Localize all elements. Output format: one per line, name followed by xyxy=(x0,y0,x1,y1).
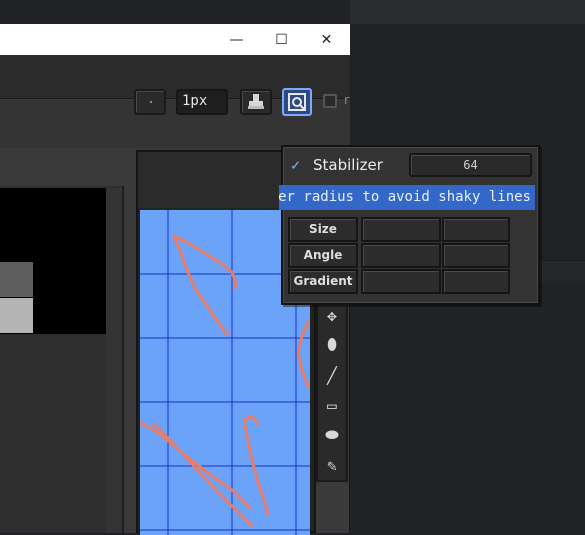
stabilizer-popup: ✓ Stabilizer 64 er radius to avoid shaky… xyxy=(279,145,540,305)
title-bar: — ☐ ✕ xyxy=(0,24,350,55)
stabilizer-value-slider[interactable]: 64 xyxy=(409,153,532,177)
angle-label: Angle xyxy=(288,243,358,268)
size-label: Size xyxy=(288,217,358,242)
tooltip-text: er radius to avoid shaky lines xyxy=(279,189,531,205)
stabilizer-checkbox[interactable]: ✓ xyxy=(291,156,305,174)
rectangle-icon[interactable]: ▭ xyxy=(320,392,344,418)
swatch-dot xyxy=(150,101,152,103)
desktop-strip xyxy=(350,0,585,24)
close-button[interactable]: ✕ xyxy=(304,24,349,55)
angle-cell[interactable] xyxy=(361,243,441,268)
eyedropper-icon[interactable]: ✎ xyxy=(320,452,344,478)
size-cell[interactable] xyxy=(361,217,441,242)
minimize-button[interactable]: — xyxy=(214,24,259,55)
checkbox-label: r xyxy=(343,93,351,107)
move-icon[interactable]: ✥ xyxy=(320,302,344,328)
stabilizer-button[interactable] xyxy=(282,88,312,116)
ink-button[interactable] xyxy=(240,89,272,115)
angle-cell[interactable] xyxy=(442,243,510,268)
preview-swatch-gray xyxy=(0,262,33,297)
toolbar-checkbox[interactable] xyxy=(323,94,337,108)
size-cell[interactable] xyxy=(442,217,510,242)
stabilizer-label: Stabilizer xyxy=(313,156,383,174)
gradient-label: Gradient xyxy=(288,269,358,294)
line-icon[interactable]: ╱ xyxy=(320,362,344,388)
ellipse-icon[interactable]: ⬬ xyxy=(320,422,344,448)
gradient-cell[interactable] xyxy=(442,269,510,294)
stamp-icon xyxy=(248,94,264,109)
preview-scrollbar[interactable] xyxy=(106,188,122,533)
tool-palette: ✥ ⬮ ╱ ▭ ⬬ ✎ xyxy=(316,300,348,482)
maximize-button[interactable]: ☐ xyxy=(259,24,304,55)
preview-panel xyxy=(0,186,124,533)
stabilizer-icon xyxy=(288,93,306,111)
gradient-cell[interactable] xyxy=(361,269,441,294)
fill-bucket-icon[interactable]: ⬮ xyxy=(320,332,344,358)
brush-size-input[interactable]: 1px xyxy=(176,89,228,115)
stabilizer-tooltip: er radius to avoid shaky lines xyxy=(279,185,535,210)
color-swatch-button[interactable] xyxy=(134,89,166,115)
preview-swatch-light xyxy=(0,298,33,333)
